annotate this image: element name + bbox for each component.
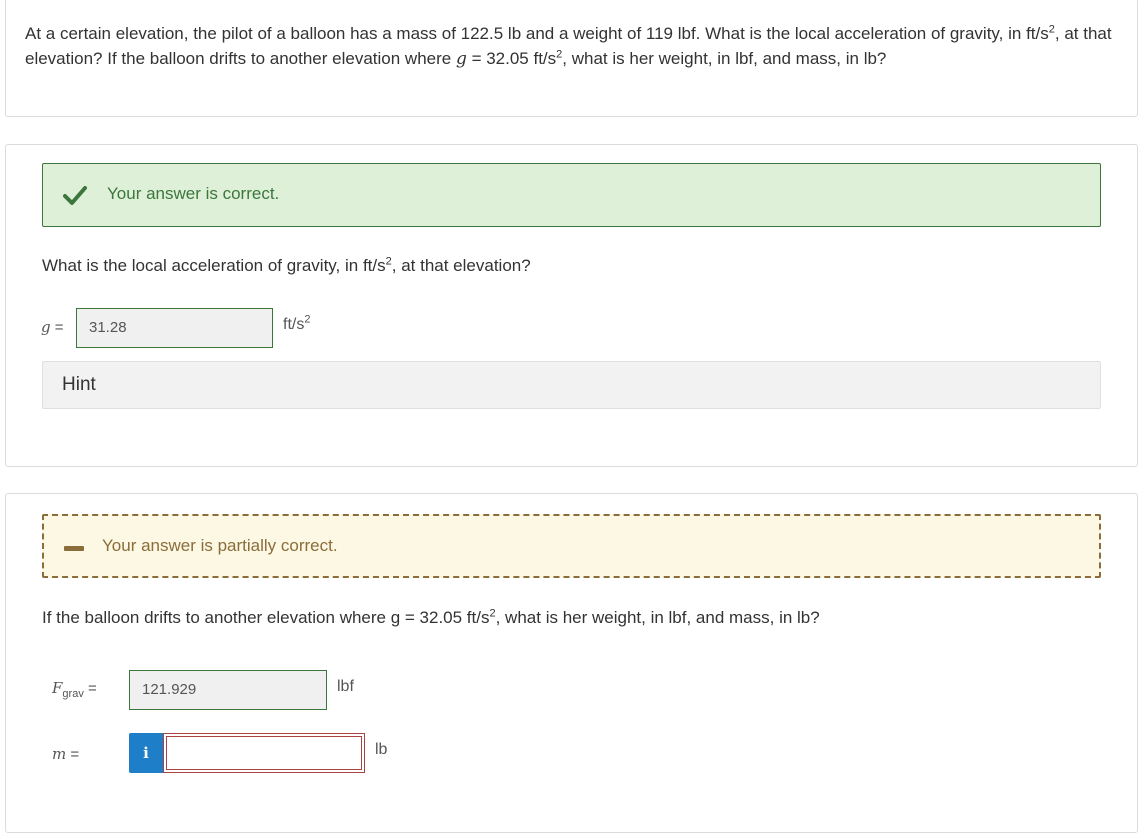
info-icon[interactable]: i <box>129 733 163 773</box>
checkmark-icon <box>63 186 87 205</box>
m-unit: lb <box>375 741 388 758</box>
partial-feedback-banner: Your answer is partially correct. <box>42 514 1101 578</box>
hint-button[interactable]: Hint <box>42 361 1101 409</box>
g-answer-field[interactable]: 31.28 <box>76 308 273 348</box>
part1-question: What is the local acceleration of gravit… <box>42 255 531 275</box>
part2-question: If the balloon drifts to another elevati… <box>42 607 820 627</box>
correct-feedback-banner: Your answer is correct. <box>42 163 1101 227</box>
question-card: At a certain elevation, the pilot of a b… <box>5 0 1138 117</box>
g-unit: ft/s2 <box>283 313 311 333</box>
g-label: g = <box>41 318 64 336</box>
dash-icon <box>64 546 84 551</box>
fgrav-answer-field[interactable]: 121.929 <box>129 670 327 710</box>
feedback-text: Your answer is correct. <box>107 184 280 203</box>
part2-card: Your answer is partially correct. If the… <box>5 493 1138 833</box>
feedback-text: Your answer is partially correct. <box>102 536 338 555</box>
question-text: At a certain elevation, the pilot of a b… <box>25 23 1112 69</box>
m-label: m = <box>52 745 80 763</box>
fgrav-unit: lbf <box>337 678 354 695</box>
part1-card: Your answer is correct. What is the loca… <box>5 144 1138 467</box>
m-input[interactable] <box>163 733 365 773</box>
fgrav-label: Fgrav = <box>52 679 97 700</box>
